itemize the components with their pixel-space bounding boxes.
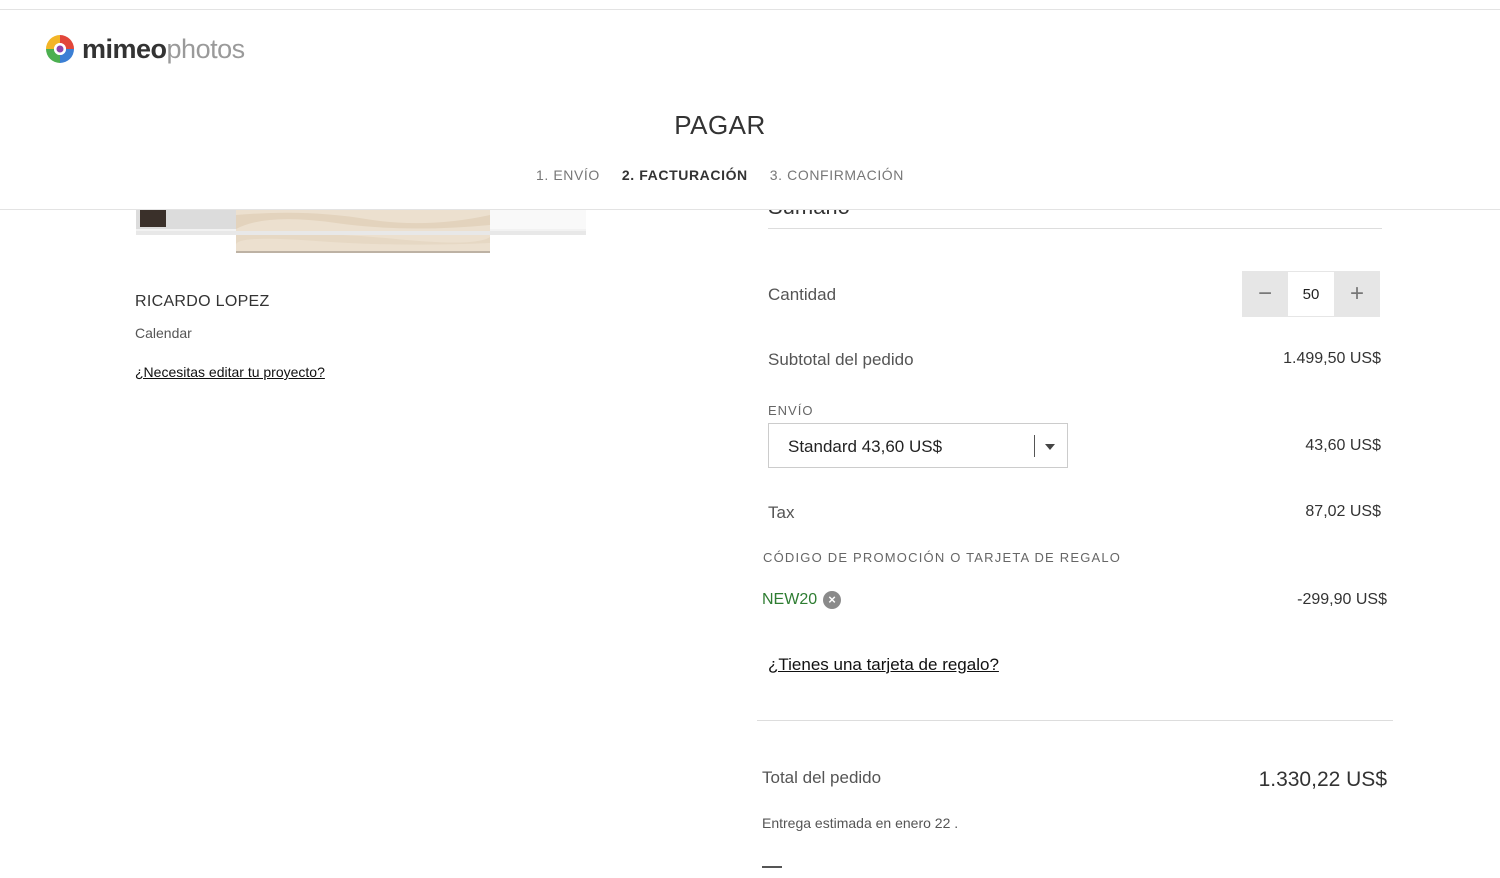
step-envio[interactable]: 1. ENVÍO (525, 167, 611, 183)
step-facturacion[interactable]: 2. FACTURACIÓN (611, 167, 759, 183)
subtotal-label: Subtotal del pedido (768, 350, 914, 369)
quantity-increment-button[interactable]: + (1334, 271, 1380, 317)
promo-label: CÓDIGO DE PROMOCIÓN O TARJETA DE REGALO (763, 550, 1122, 565)
quantity-decrement-button[interactable]: − (1242, 271, 1288, 317)
checkout-header: PAGAR 1. ENVÍO 2. FACTURACIÓN 3. CONFIRM… (0, 92, 1500, 210)
checkout-steps: 1. ENVÍO 2. FACTURACIÓN 3. CONFIRMACIÓN (0, 167, 1440, 183)
shipping-value: 43,60 US$ (1305, 437, 1381, 454)
logo-camera-icon (46, 35, 74, 63)
customer-name: RICARDO LOPEZ (135, 293, 270, 310)
logo[interactable]: mimeophotos (44, 33, 245, 65)
order-total-label: Total del pedido (762, 768, 882, 787)
shipping-selected-value: Standard 43,60 US$ (788, 437, 943, 456)
logo-wordmark: mimeophotos (82, 34, 245, 65)
product-type: Calendar (135, 325, 192, 341)
quantity-label: Cantidad (768, 285, 837, 304)
checkbox-partial[interactable] (762, 866, 782, 878)
edit-project-link[interactable]: ¿Necesitas editar tu proyecto? (135, 364, 325, 380)
remove-promo-icon[interactable]: × (823, 591, 841, 609)
gift-card-link[interactable]: ¿Tienes una tarjeta de regalo? (768, 655, 999, 675)
site-header: mimeophotos (0, 10, 1500, 93)
tax-value: 87,02 US$ (1305, 503, 1381, 520)
delivery-estimate: Entrega estimada en enero 22 . (762, 815, 959, 831)
logo-text-mimeo: mimeo (82, 33, 167, 64)
promo-code: NEW20 (762, 591, 818, 608)
summary-divider (768, 228, 1382, 229)
logo-text-photos: photos (166, 33, 246, 64)
promo-discount-value: -299,90 US$ (1297, 591, 1387, 608)
tax-label: Tax (768, 503, 795, 522)
chevron-down-icon (1045, 444, 1055, 450)
shipping-select[interactable]: Standard 43,60 US$ (768, 423, 1068, 468)
step-confirmacion[interactable]: 3. CONFIRMACIÓN (759, 167, 915, 183)
subtotal-value: 1.499,50 US$ (1283, 350, 1381, 367)
quantity-input[interactable] (1288, 271, 1334, 317)
page-title: PAGAR (674, 110, 766, 140)
quantity-stepper: − + (1242, 271, 1382, 317)
shipping-label: ENVÍO (768, 403, 814, 418)
total-divider (757, 720, 1393, 721)
select-separator (1034, 435, 1035, 457)
order-total-value: 1.330,22 US$ (1258, 768, 1387, 791)
